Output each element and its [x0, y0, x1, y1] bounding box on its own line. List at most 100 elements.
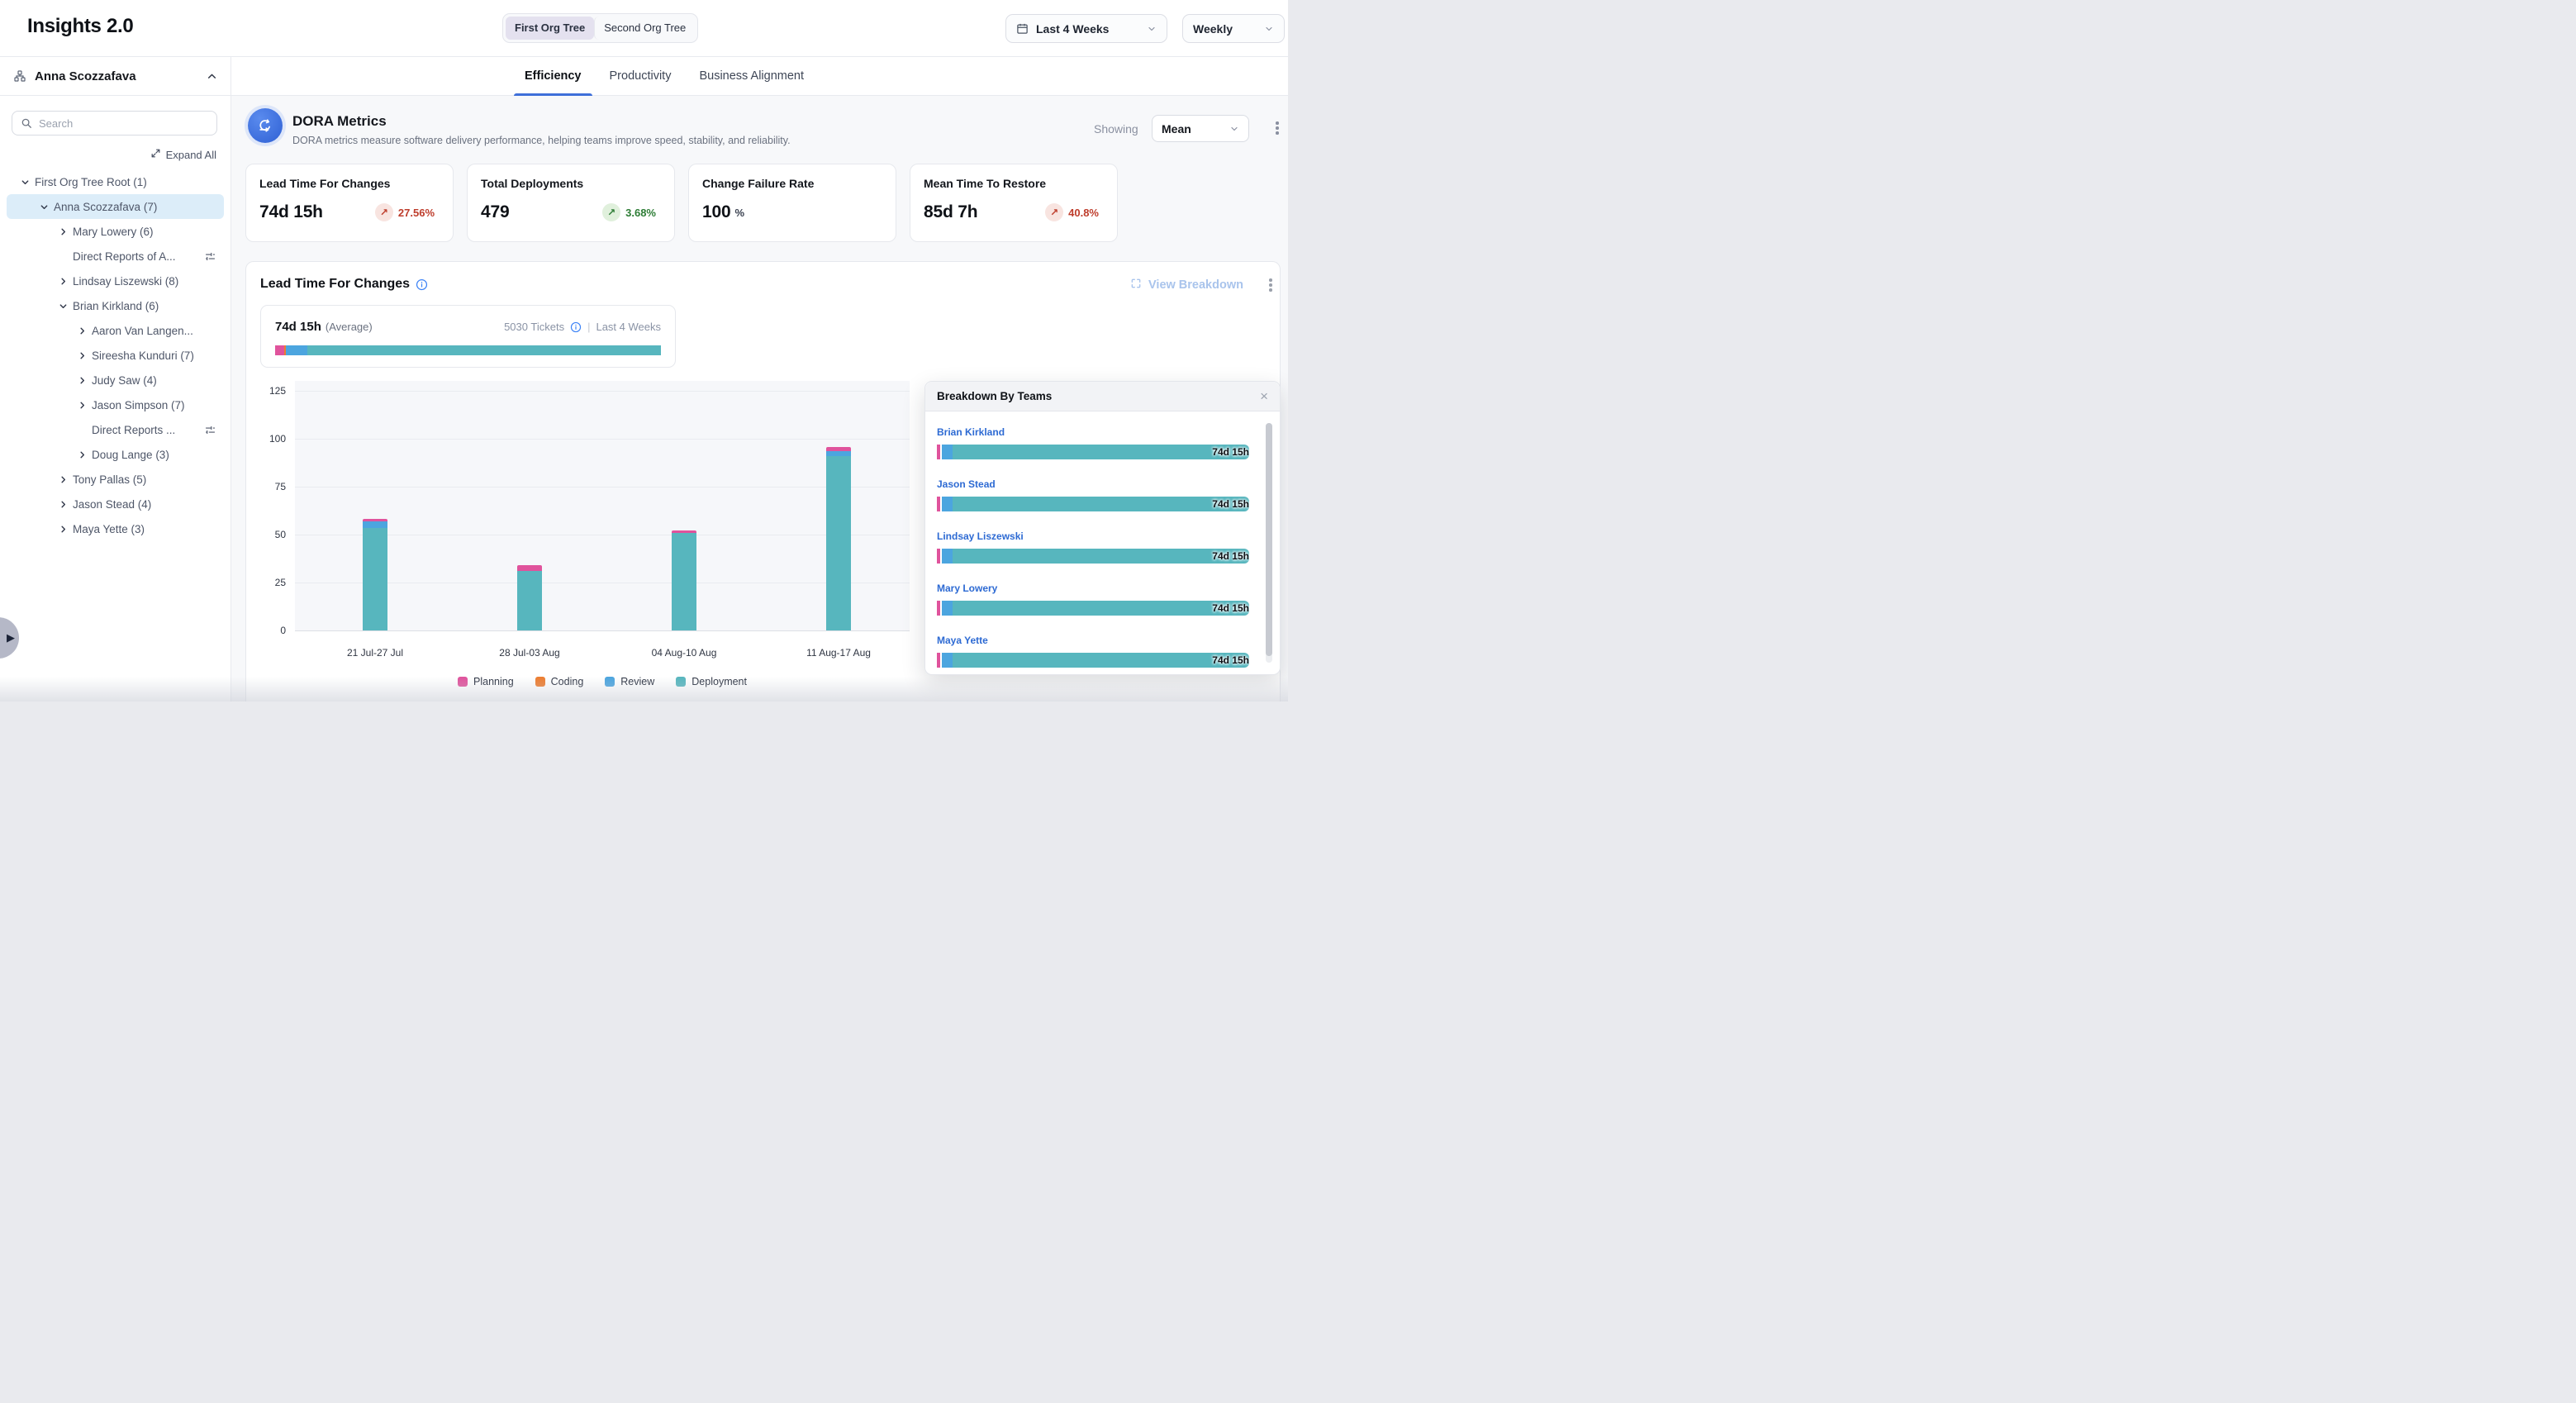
tab-business-alignment[interactable]: Business Alignment	[696, 57, 806, 96]
bar-segment-deployment[interactable]	[517, 571, 542, 630]
bar-segment-deployment[interactable]	[672, 533, 696, 630]
legend-label: Planning	[473, 676, 514, 687]
tree-item-jason-simpson-7[interactable]: Jason Simpson (7)	[7, 392, 224, 417]
tree-item-label: Sireesha Kunduri (7)	[92, 350, 194, 362]
team-link[interactable]: Brian Kirkland	[937, 426, 1005, 438]
bar-segment-deployment[interactable]	[826, 456, 851, 630]
legend-item-deployment[interactable]: Deployment	[676, 676, 747, 687]
chevron-right-icon[interactable]	[72, 450, 92, 459]
breakdown-panel-header: Breakdown By Teams ×	[925, 382, 1280, 411]
chevron-up-icon[interactable]	[207, 71, 217, 82]
tree-item-brian-kirkland-6[interactable]: Brian Kirkland (6)	[7, 293, 224, 318]
search-input[interactable]	[39, 117, 208, 130]
search-box[interactable]	[12, 111, 217, 136]
tab-efficiency[interactable]: Efficiency	[522, 57, 584, 96]
tree-item-direct-reports[interactable]: Direct Reports ...	[7, 417, 224, 442]
chevron-right-icon[interactable]	[72, 351, 92, 360]
chevron-right-icon[interactable]	[72, 326, 92, 335]
average-summary-card: 74d 15h (Average) 5030 Tickets | Last 4 …	[260, 305, 676, 368]
legend-item-review[interactable]: Review	[605, 676, 654, 687]
metric-delta-badge: ↗40.8%	[1045, 203, 1099, 221]
breakdown-bar-segment-review	[942, 653, 953, 668]
metric-cards: Lead Time For Changes74d 15h↗27.56%Total…	[245, 164, 1118, 242]
chevron-right-icon[interactable]	[72, 376, 92, 385]
tree-item-aaron-van-langen[interactable]: Aaron Van Langen...	[7, 318, 224, 343]
legend-label: Deployment	[692, 676, 747, 687]
lead-time-title: Lead Time For Changes	[260, 277, 410, 292]
tree-item-mary-lowery-6[interactable]: Mary Lowery (6)	[7, 219, 224, 244]
chevron-right-icon[interactable]	[53, 525, 73, 534]
team-lead-time-bar: 74d 15h	[937, 445, 1249, 459]
chevron-right-icon[interactable]	[53, 500, 73, 509]
org-tree-option-first-org-tree[interactable]: First Org Tree	[506, 17, 594, 40]
filter-sliders-icon[interactable]	[204, 424, 216, 436]
granularity-dropdown[interactable]: Weekly	[1182, 14, 1285, 43]
breakdown-bar-segment-deployment	[953, 653, 1249, 668]
expand-all-button[interactable]: Expand All	[150, 148, 216, 161]
tree-item-tony-pallas-5[interactable]: Tony Pallas (5)	[7, 467, 224, 492]
chevron-right-icon[interactable]	[53, 277, 73, 286]
info-icon[interactable]	[416, 278, 428, 291]
breakdown-by-teams-panel: Breakdown By Teams × Brian Kirkland 74d 1…	[924, 381, 1281, 675]
bar-segment-planning[interactable]	[826, 447, 851, 451]
tree-item-first-org-tree-root-1[interactable]: First Org Tree Root (1)	[7, 169, 224, 194]
play-triangle-icon: ▶	[7, 631, 15, 644]
chevron-right-icon[interactable]	[72, 401, 92, 410]
team-lead-time-value: 74d 15h	[1212, 602, 1249, 614]
tab-productivity[interactable]: Productivity	[607, 57, 674, 96]
chart-legend: Planning Coding Review Deployment	[295, 676, 910, 687]
tree-item-lindsay-liszewski-8[interactable]: Lindsay Liszewski (8)	[7, 269, 224, 293]
metric-card-change-failure-rate: Change Failure Rate100%	[688, 164, 896, 242]
sidebar-header[interactable]: Anna Scozzafava	[0, 57, 231, 96]
chevron-down-icon	[1264, 24, 1274, 34]
team-link[interactable]: Mary Lowery	[937, 583, 997, 594]
date-range-dropdown[interactable]: Last 4 Weeks	[1005, 14, 1167, 43]
chevron-down-icon[interactable]	[53, 302, 73, 311]
info-icon[interactable]	[570, 321, 582, 333]
bar-segment-review[interactable]	[363, 521, 387, 528]
bar-segment-planning[interactable]	[672, 530, 696, 532]
tree-item-maya-yette-3[interactable]: Maya Yette (3)	[7, 516, 224, 541]
bar-segment-deployment[interactable]	[363, 528, 387, 630]
lead-time-kebab-menu-icon[interactable]	[1266, 275, 1276, 295]
team-link[interactable]: Maya Yette	[937, 635, 988, 646]
chevron-right-icon[interactable]	[53, 227, 73, 236]
tree-item-jason-stead-4[interactable]: Jason Stead (4)	[7, 492, 224, 516]
chart-gridline	[295, 630, 910, 631]
tree-item-anna-scozzafava-7[interactable]: Anna Scozzafava (7)	[7, 194, 224, 219]
tree-item-label: Judy Saw (4)	[92, 374, 157, 387]
average-value: 74d 15h	[275, 320, 321, 334]
showing-label: Showing	[1094, 122, 1138, 136]
tree-item-sireesha-kunduri-7[interactable]: Sireesha Kunduri (7)	[7, 343, 224, 368]
view-breakdown-button[interactable]: View Breakdown	[1130, 278, 1243, 292]
team-link[interactable]: Jason Stead	[937, 478, 996, 490]
scrollbar-track[interactable]	[1266, 423, 1272, 663]
chevron-down-icon[interactable]	[15, 178, 35, 187]
chart-gridline	[295, 391, 910, 392]
scrollbar-thumb[interactable]	[1266, 423, 1272, 656]
tree-item-judy-saw-4[interactable]: Judy Saw (4)	[7, 368, 224, 392]
legend-item-planning[interactable]: Planning	[458, 676, 514, 687]
org-chart-icon	[13, 69, 26, 83]
org-tree-option-second-org-tree[interactable]: Second Org Tree	[594, 17, 695, 40]
close-icon[interactable]: ×	[1260, 389, 1268, 403]
legend-item-coding[interactable]: Coding	[535, 676, 584, 687]
showing-dropdown[interactable]: Mean	[1152, 115, 1249, 142]
legend-swatch-icon	[605, 677, 615, 687]
breakdown-bar-segment-planning	[937, 445, 940, 459]
chevron-right-icon[interactable]	[53, 475, 73, 484]
bar-segment-planning[interactable]	[363, 519, 387, 521]
filter-sliders-icon[interactable]	[204, 250, 216, 263]
team-lead-time-bar: 74d 15h	[937, 601, 1249, 616]
chevron-down-icon[interactable]	[34, 202, 54, 212]
breakdown-bar-segment-deployment	[953, 445, 1249, 459]
expand-all-icon	[150, 148, 161, 161]
metric-card-lead-time-for-changes: Lead Time For Changes74d 15h↗27.56%	[245, 164, 454, 242]
dora-kebab-menu-icon[interactable]	[1272, 118, 1282, 138]
bar-segment-review[interactable]	[826, 451, 851, 456]
tree-item-doug-lange-3[interactable]: Doug Lange (3)	[7, 442, 224, 467]
tree-item-direct-reports-of-a[interactable]: Direct Reports of A...	[7, 244, 224, 269]
bar-segment-planning[interactable]	[517, 565, 542, 571]
team-link[interactable]: Lindsay Liszewski	[937, 530, 1024, 542]
org-tree-toggle[interactable]: First Org TreeSecond Org Tree	[502, 13, 698, 43]
